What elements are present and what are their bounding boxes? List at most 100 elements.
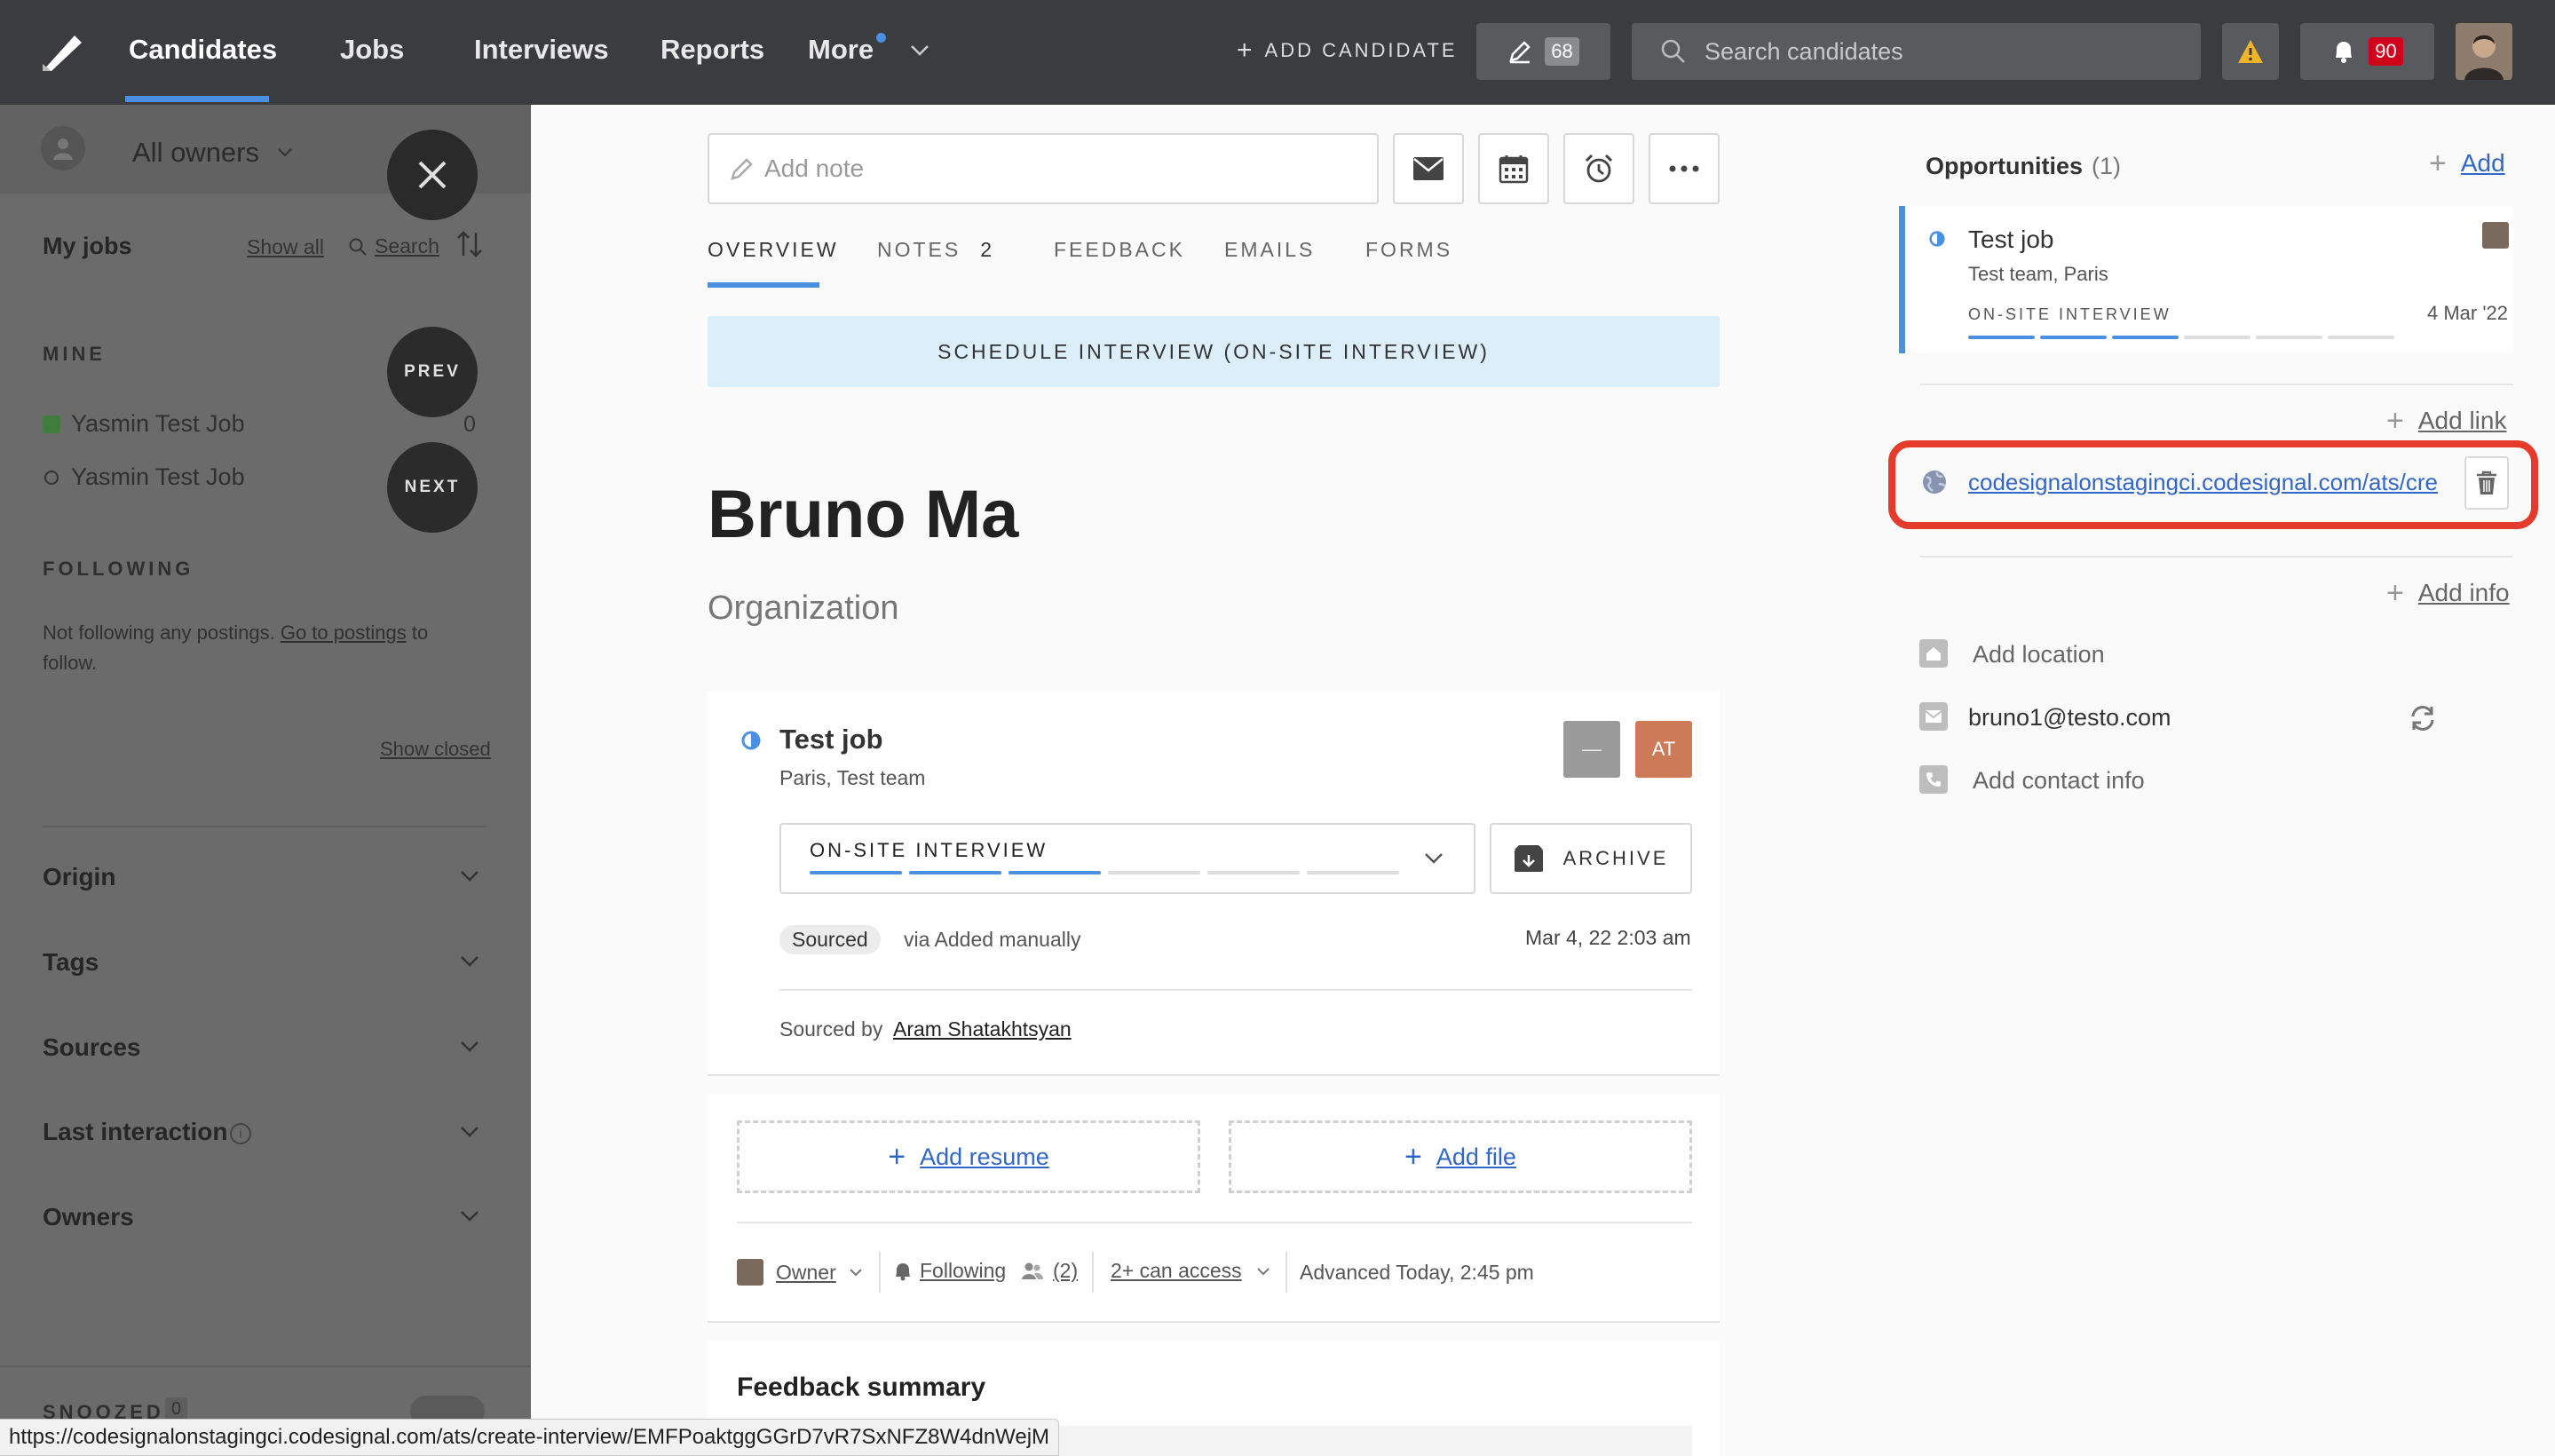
go-to-postings-link[interactable]: Go to postings (281, 621, 407, 644)
nav-reports[interactable]: Reports (661, 34, 764, 66)
tab-emails[interactable]: EMAILS (1224, 238, 1315, 262)
stage-segment (1307, 871, 1399, 874)
close-icon (418, 161, 447, 189)
delete-link-button[interactable] (2464, 456, 2509, 510)
reminder-button[interactable] (1563, 133, 1634, 204)
tab-overview[interactable]: OVERVIEW (708, 238, 839, 262)
sidebar-job-item[interactable]: Yasmin Test Job (43, 410, 245, 438)
candidate-link[interactable]: codesignalonstagingci.codesignal.com/ats… (1968, 469, 2464, 496)
divider (779, 989, 1692, 991)
filter-origin[interactable]: Origin (43, 863, 115, 891)
search-input[interactable]: Search candidates (1632, 23, 2201, 80)
filter-owners[interactable]: Owners (43, 1203, 134, 1231)
nav-more[interactable]: More (808, 34, 874, 66)
add-candidate-button[interactable]: + ADD CANDIDATE (1237, 37, 1458, 64)
owner-dropdown[interactable]: Owner (737, 1259, 863, 1286)
assignee-badge-initials[interactable]: AT (1635, 721, 1692, 778)
more-actions-button[interactable] (1649, 133, 1720, 204)
access-dropdown[interactable]: 2+ can access (1111, 1259, 1270, 1283)
owners-dropdown[interactable]: All owners (132, 137, 293, 169)
location-icon (1919, 639, 1948, 668)
following-text: follow. (43, 652, 98, 674)
add-info-button[interactable]: + Add info (2386, 578, 2510, 608)
status-bar-url: https://codesignalonstagingci.codesignal… (0, 1419, 1060, 1456)
divider (1920, 556, 2513, 558)
owner-avatar[interactable] (2482, 222, 2509, 249)
show-all-link[interactable]: Show all (247, 235, 324, 259)
filter-tags[interactable]: Tags (43, 948, 99, 977)
following-toggle[interactable]: Following (893, 1259, 1006, 1283)
job-published-icon (43, 415, 60, 433)
owner-avatar (737, 1259, 763, 1286)
email-button[interactable] (1393, 133, 1464, 204)
sort-icon[interactable] (455, 229, 485, 259)
sidebar-job-name: Yasmin Test Job (71, 463, 245, 490)
stage-dropdown[interactable]: ON-SITE INTERVIEW (779, 823, 1475, 894)
filter-last-interaction[interactable]: Last interaction (43, 1118, 227, 1146)
chevron-down-icon[interactable] (460, 1126, 479, 1138)
chevron-down-icon[interactable] (460, 955, 479, 968)
candidate-organization[interactable]: Organization (708, 590, 898, 628)
job-title[interactable]: Test job (779, 724, 883, 756)
nav-interviews[interactable]: Interviews (474, 34, 609, 66)
sync-icon[interactable] (2408, 703, 2438, 733)
tab-forms[interactable]: FORMS (1365, 238, 1452, 262)
add-opportunity-link[interactable]: + Add (2429, 148, 2505, 178)
sidebar-job-item[interactable]: Yasmin Test Job (43, 463, 245, 491)
chevron-down-icon[interactable] (460, 1041, 479, 1053)
chevron-down-icon[interactable] (460, 1210, 479, 1223)
notifications-button[interactable]: 90 (2300, 23, 2434, 80)
next-button[interactable]: NEXT (387, 442, 478, 533)
add-location[interactable]: Add location (1973, 641, 2105, 669)
edit-count-button[interactable]: 68 (1476, 23, 1610, 80)
add-file-button[interactable]: + Add file (1229, 1120, 1692, 1193)
opportunity-title[interactable]: Test job (1968, 226, 2054, 254)
chevron-down-icon (1256, 1267, 1270, 1275)
stage-segment (2328, 336, 2394, 339)
chevron-down-icon (1425, 853, 1443, 864)
following-empty-text: Not following any postings. Go to postin… (43, 618, 469, 678)
candidate-email[interactable]: bruno1@testo.com (1968, 704, 2171, 732)
tab-notes[interactable]: NOTES 2 (877, 238, 994, 262)
stage-progress (810, 871, 1399, 874)
owner-label: Owner (776, 1260, 836, 1284)
user-avatar[interactable] (2456, 23, 2512, 80)
followers-count[interactable]: (2) (1021, 1259, 1078, 1283)
globe-icon (1921, 469, 1948, 495)
filter-sources[interactable]: Sources (43, 1033, 141, 1062)
show-closed-link[interactable]: Show closed (380, 738, 491, 761)
opportunity-stage-progress (1968, 336, 2394, 339)
schedule-button[interactable] (1478, 133, 1549, 204)
search-icon (349, 238, 367, 256)
top-nav: Candidates Jobs Interviews Reports More … (0, 0, 2555, 105)
add-link-button[interactable]: + Add link (2386, 404, 2506, 438)
chevron-down-icon[interactable] (460, 870, 479, 882)
lever-logo-icon[interactable] (39, 30, 85, 75)
tab-feedback[interactable]: FEEDBACK (1054, 238, 1185, 262)
source-tag[interactable]: Sourced (779, 925, 881, 954)
plus-icon: + (2386, 404, 2404, 438)
add-resume-button[interactable]: + Add resume (737, 1120, 1200, 1193)
schedule-interview-button[interactable]: SCHEDULE INTERVIEW (ON-SITE INTERVIEW) (708, 316, 1720, 387)
stage-segment (1108, 871, 1200, 874)
info-icon[interactable]: i (230, 1123, 251, 1144)
following-text: Not following any postings. (43, 621, 275, 644)
nav-candidates[interactable]: Candidates (129, 34, 277, 66)
schedule-interview-label: SCHEDULE INTERVIEW (ON-SITE INTERVIEW) (937, 339, 1490, 363)
stage-segment (1009, 871, 1101, 874)
archive-button[interactable]: ARCHIVE (1490, 823, 1692, 894)
source-via: via Added manually (904, 928, 1081, 951)
sourced-by-link[interactable]: Aram Shatakhtsyan (893, 1017, 1072, 1041)
assignee-badge-empty[interactable]: — (1563, 721, 1620, 778)
close-sidebar-button[interactable] (387, 130, 478, 220)
nav-jobs[interactable]: Jobs (340, 34, 404, 66)
add-note-input[interactable]: Add note (708, 133, 1379, 204)
warning-button[interactable] (2222, 23, 2279, 80)
opportunities-heading: Opportunities (1) (1926, 153, 2121, 180)
add-contact-info[interactable]: Add contact info (1973, 767, 2145, 795)
prev-button[interactable]: PREV (387, 327, 478, 417)
sidebar-search-link[interactable]: Search (348, 234, 439, 258)
divider (1285, 1252, 1287, 1293)
chevron-down-icon[interactable] (910, 44, 929, 57)
alarm-clock-icon (1585, 154, 1613, 183)
